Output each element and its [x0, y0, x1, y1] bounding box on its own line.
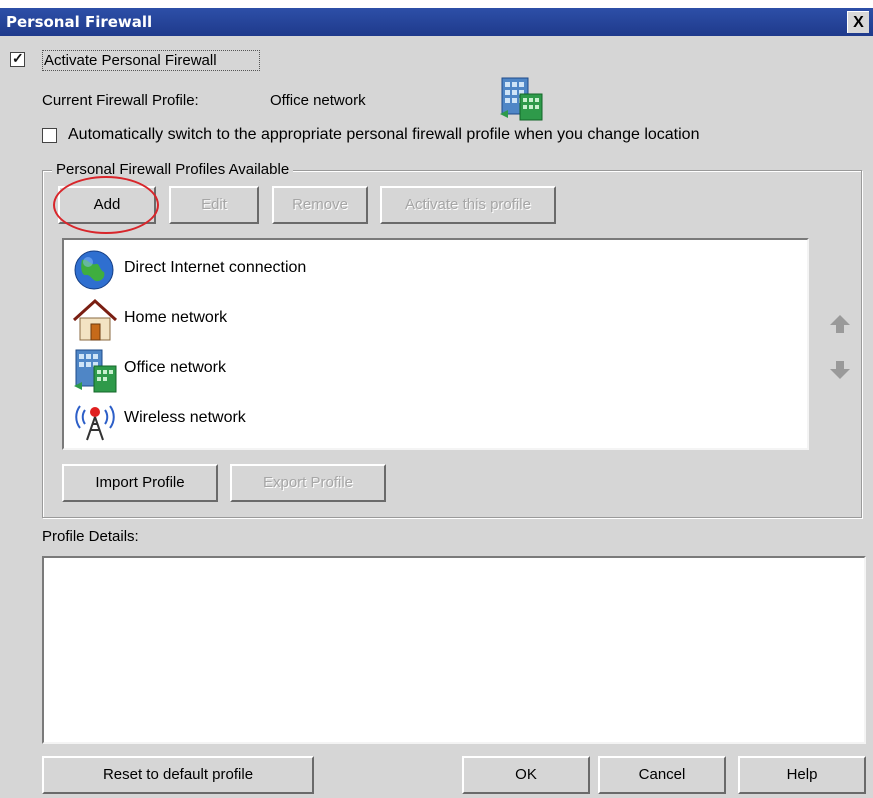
profiles-group-title: Personal Firewall Profiles Available — [52, 161, 294, 178]
help-button[interactable]: Help — [738, 756, 866, 794]
list-item-home-network[interactable]: Home network — [72, 294, 772, 342]
move-down-icon[interactable] — [828, 358, 852, 382]
ok-button-label: OK — [515, 766, 537, 783]
auto-switch-checkbox[interactable] — [42, 128, 57, 143]
import-profile-button[interactable]: Import Profile — [62, 464, 218, 502]
activate-firewall-checkbox[interactable]: ✓ — [10, 50, 25, 67]
export-profile-button[interactable]: Export Profile — [230, 464, 386, 502]
activate-firewall-label[interactable]: Activate Personal Firewall — [44, 52, 217, 69]
profile-details-box[interactable] — [42, 556, 866, 744]
list-item-label: Office network — [124, 359, 226, 376]
highlight-ellipse — [53, 176, 159, 234]
activate-button-label: Activate this profile — [405, 196, 531, 213]
edit-profile-button[interactable]: Edit — [169, 186, 259, 224]
office-building-icon — [72, 348, 120, 393]
export-button-label: Export Profile — [262, 474, 354, 491]
list-item-office-network[interactable]: Office network — [72, 344, 772, 393]
list-item-wireless-network[interactable]: Wireless network — [72, 394, 772, 442]
globe-icon — [72, 248, 120, 292]
window-titlebar: Personal Firewall X — [0, 8, 873, 36]
list-item-label: Home network — [124, 309, 228, 326]
list-item-direct-internet[interactable]: Direct Internet connection — [72, 244, 772, 292]
profiles-list[interactable]: Direct Internet connection Home network — [62, 238, 809, 450]
profile-details-label: Profile Details: — [42, 528, 139, 545]
cancel-button-label: Cancel — [638, 766, 686, 783]
edit-button-label: Edit — [201, 196, 227, 213]
move-up-icon[interactable] — [828, 312, 852, 336]
ok-button[interactable]: OK — [462, 756, 590, 794]
wireless-tower-icon — [72, 398, 120, 442]
current-profile-value: Office network — [270, 92, 366, 109]
remove-profile-button[interactable]: Remove — [272, 186, 368, 224]
cancel-button[interactable]: Cancel — [598, 756, 726, 794]
auto-switch-label[interactable]: Automatically switch to the appropriate … — [68, 126, 699, 144]
current-profile-label: Current Firewall Profile: — [42, 92, 199, 109]
import-button-label: Import Profile — [95, 474, 185, 491]
activate-profile-button[interactable]: Activate this profile — [380, 186, 556, 224]
office-building-icon — [498, 76, 546, 122]
close-icon: X — [853, 14, 864, 31]
list-item-label: Direct Internet connection — [124, 259, 307, 276]
reset-button-label: Reset to default profile — [102, 766, 254, 783]
reset-default-button[interactable]: Reset to default profile — [42, 756, 314, 794]
window-title: Personal Firewall — [6, 13, 153, 31]
house-icon — [72, 298, 120, 342]
help-button-label: Help — [786, 766, 818, 783]
list-item-label: Wireless network — [124, 409, 246, 426]
remove-button-label: Remove — [292, 196, 348, 213]
close-button[interactable]: X — [847, 11, 869, 33]
checkmark-icon: ✓ — [12, 50, 24, 66]
